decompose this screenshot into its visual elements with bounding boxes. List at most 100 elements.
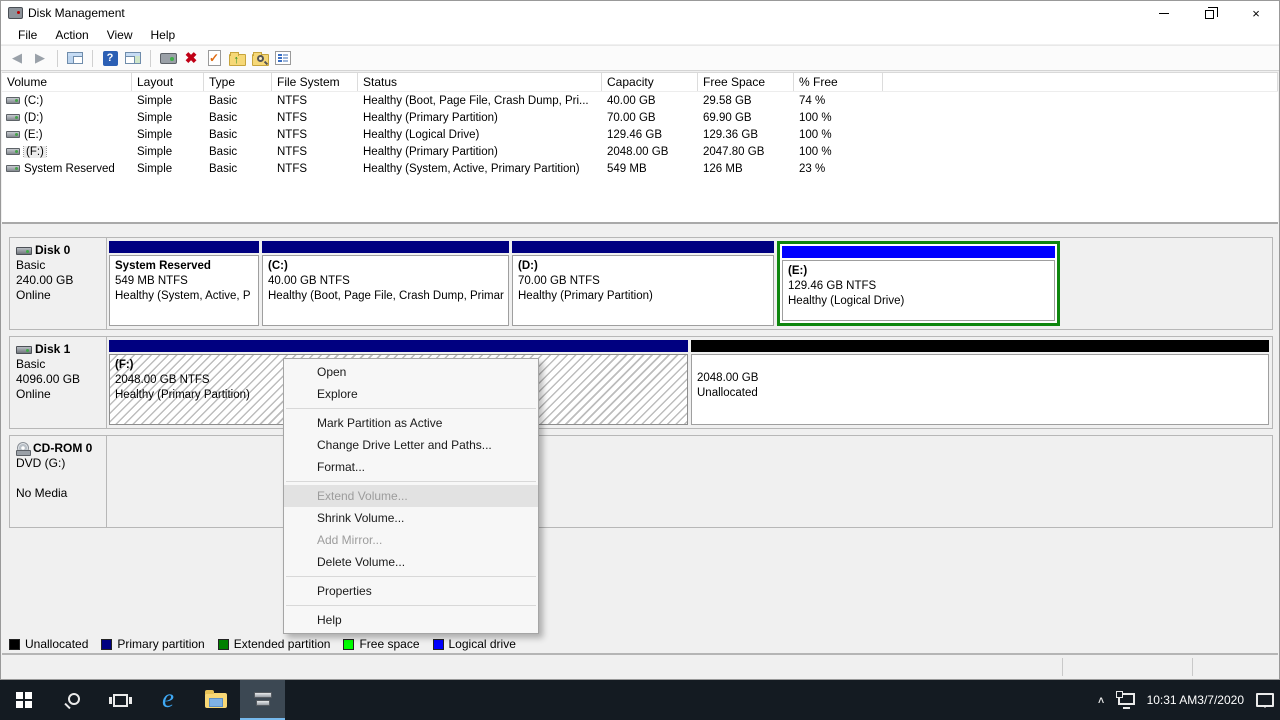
volume-row-system-reserved[interactable]: System Reserved Simple Basic NTFS Health… <box>2 160 1278 177</box>
volume-list-pane: Volume Layout Type File System Status Ca… <box>2 72 1278 224</box>
menu-item-shrink-volume[interactable]: Shrink Volume... <box>284 507 538 529</box>
menu-file[interactable]: File <box>9 26 46 44</box>
back-button[interactable]: ◀ <box>7 48 27 68</box>
minimize-button[interactable] <box>1141 1 1187 25</box>
menu-item-properties[interactable]: Properties <box>284 580 538 602</box>
show-console-tree-button[interactable] <box>65 48 85 68</box>
menu-item-help[interactable]: Help <box>284 609 538 631</box>
cell-free-space: 126 MB <box>698 163 794 175</box>
verify-button[interactable]: ✓ <box>204 48 224 68</box>
disk-state: Online <box>16 387 102 402</box>
menu-item-explore[interactable]: Explore <box>284 383 538 405</box>
forward-button[interactable]: ▶ <box>30 48 50 68</box>
partition-title: (E:) <box>788 264 1049 279</box>
cell-capacity: 129.46 GB <box>602 129 698 141</box>
partition-color-bar <box>109 241 259 253</box>
properties-button[interactable] <box>273 48 293 68</box>
menu-action[interactable]: Action <box>46 26 97 44</box>
cell-type: Basic <box>204 163 272 175</box>
menu-item-add-mirror[interactable]: Add Mirror... <box>284 529 538 551</box>
start-icon <box>16 692 32 708</box>
cell-capacity: 40.00 GB <box>602 95 698 107</box>
delete-button[interactable]: ✖ <box>181 48 201 68</box>
disk-size <box>16 471 102 486</box>
col-filler <box>883 73 1278 91</box>
restore-icon <box>1205 10 1214 19</box>
menu-item-format[interactable]: Format... <box>284 456 538 478</box>
clock-time: 10:31 AM <box>1147 693 1198 707</box>
find-icon <box>252 54 269 66</box>
menu-help[interactable]: Help <box>142 26 185 44</box>
file-explorer-button[interactable] <box>192 680 240 720</box>
partition-status: Healthy (Primary Partition) <box>518 289 768 304</box>
file-explorer-icon <box>205 693 227 708</box>
disk-0-label[interactable]: Disk 0 Basic 240.00 GB Online <box>10 238 107 329</box>
hidden-icons-button[interactable]: ∧ <box>1091 693 1112 707</box>
volume-name: (F:) <box>24 146 46 158</box>
delete-icon: ✖ <box>185 51 198 66</box>
notifications-button[interactable] <box>1250 693 1280 707</box>
col-volume[interactable]: Volume <box>2 73 132 91</box>
menu-item-extend-volume[interactable]: Extend Volume... <box>284 485 538 507</box>
col-capacity[interactable]: Capacity <box>602 73 698 91</box>
volume-row-c[interactable]: (C:) Simple Basic NTFS Healthy (Boot, Pa… <box>2 92 1278 109</box>
console-window-button[interactable] <box>158 48 178 68</box>
unallocated-region[interactable]: 2048.00 GB Unallocated <box>691 340 1269 425</box>
start-button[interactable] <box>0 680 48 720</box>
col-free-space[interactable]: Free Space <box>698 73 794 91</box>
col-layout[interactable]: Layout <box>132 73 204 91</box>
col-file-system[interactable]: File System <box>272 73 358 91</box>
col-pct-free[interactable]: % Free <box>794 73 883 91</box>
cell-free-space: 129.36 GB <box>698 129 794 141</box>
volume-row-e[interactable]: (E:) Simple Basic NTFS Healthy (Logical … <box>2 126 1278 143</box>
volume-row-d[interactable]: (D:) Simple Basic NTFS Healthy (Primary … <box>2 109 1278 126</box>
disk-1-label[interactable]: Disk 1 Basic 4096.00 GB Online <box>10 337 107 428</box>
col-status[interactable]: Status <box>358 73 602 91</box>
volume-icon <box>6 131 20 138</box>
cell-type: Basic <box>204 95 272 107</box>
menu-bar: File Action View Help <box>1 25 1279 45</box>
cell-file-system: NTFS <box>272 129 358 141</box>
partition-d[interactable]: (D:) 70.00 GB NTFS Healthy (Primary Part… <box>512 241 774 326</box>
taskbar-clock[interactable]: 10:31 AM 3/7/2020 <box>1141 693 1250 707</box>
help-button[interactable]: ? <box>100 48 120 68</box>
export-button[interactable]: ↑ <box>227 48 247 68</box>
forward-icon: ▶ <box>35 50 45 66</box>
network-tray-button[interactable] <box>1112 695 1141 705</box>
menu-item-mark-partition-active[interactable]: Mark Partition as Active <box>284 412 538 434</box>
disk-size: 4096.00 GB <box>16 372 102 387</box>
show-action-pane-icon <box>125 52 141 64</box>
task-view-button[interactable] <box>96 680 144 720</box>
volume-name: (C:) <box>24 95 43 107</box>
partition-size: 70.00 GB NTFS <box>518 274 768 289</box>
volume-icon <box>6 114 20 121</box>
verify-icon: ✓ <box>208 50 221 66</box>
menu-item-change-drive-letter[interactable]: Change Drive Letter and Paths... <box>284 434 538 456</box>
close-button[interactable]: × <box>1233 1 1279 25</box>
legend-item-extended-partition: Extended partition <box>218 637 331 651</box>
disk-management-taskbar-button[interactable] <box>240 680 285 720</box>
col-type[interactable]: Type <box>204 73 272 91</box>
restore-button[interactable] <box>1187 1 1233 25</box>
volume-icon <box>6 97 20 104</box>
partition-e-logical[interactable]: (E:) 129.46 GB NTFS Healthy (Logical Dri… <box>777 241 1060 326</box>
menu-item-open[interactable]: Open <box>284 361 538 383</box>
show-action-pane-button[interactable] <box>123 48 143 68</box>
volume-row-f-selected[interactable]: (F:) Simple Basic NTFS Healthy (Primary … <box>2 143 1278 160</box>
internet-explorer-button[interactable]: e <box>144 680 192 720</box>
disk-kind: DVD (G:) <box>16 456 102 471</box>
menu-item-delete-volume[interactable]: Delete Volume... <box>284 551 538 573</box>
find-button[interactable] <box>250 48 270 68</box>
partition-color-bar <box>512 241 774 253</box>
clock-date: 3/7/2020 <box>1197 693 1244 707</box>
disk-state: No Media <box>16 486 102 501</box>
window-title: Disk Management <box>28 6 125 20</box>
cdrom-0-label[interactable]: CD-ROM 0 DVD (G:) No Media <box>10 436 107 527</box>
show-console-tree-icon <box>67 52 83 64</box>
partition-status: Healthy (System, Active, P <box>115 289 253 304</box>
partition-system-reserved[interactable]: System Reserved 549 MB NTFS Healthy (Sys… <box>109 241 259 326</box>
menu-view[interactable]: View <box>98 26 142 44</box>
taskbar-search-button[interactable] <box>48 680 96 720</box>
legend-swatch-primary <box>101 639 112 650</box>
partition-c[interactable]: (C:) 40.00 GB NTFS Healthy (Boot, Page F… <box>262 241 509 326</box>
